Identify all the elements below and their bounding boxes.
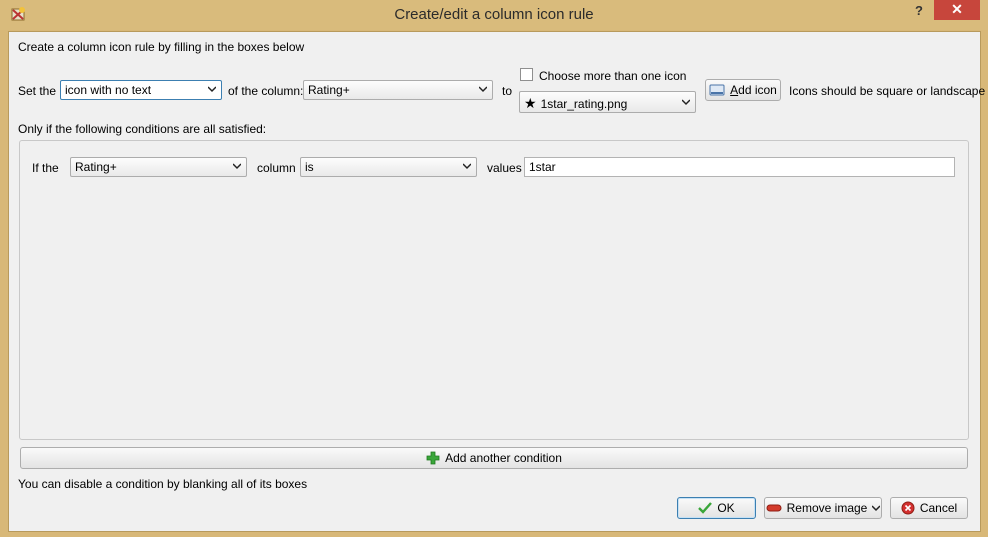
help-button[interactable]: ?	[905, 2, 933, 22]
icon-kind-value: icon with no text	[65, 83, 152, 97]
condition-operator-value: is	[305, 160, 314, 174]
chevron-down-icon	[682, 99, 690, 106]
of-column-label: of the column:	[228, 84, 304, 98]
condition-column-value: Rating+	[75, 160, 117, 174]
chevron-down-icon	[872, 505, 881, 512]
condition-values-input[interactable]: 1star	[524, 157, 955, 177]
chevron-down-icon	[208, 86, 216, 93]
icon-file-select[interactable]: ★ 1star_rating.png	[519, 91, 696, 113]
remove-image-button[interactable]: Remove image	[764, 497, 882, 519]
window-title: Create/edit a column icon rule	[394, 6, 594, 23]
close-button[interactable]: ✕	[934, 0, 980, 20]
condition-column-select[interactable]: Rating+	[70, 157, 247, 177]
star-icon: ★	[524, 95, 537, 111]
choose-more-label: Choose more than one icon	[539, 69, 687, 83]
icons-hint: Icons should be square or landscape	[789, 84, 986, 98]
set-the-label: Set the	[18, 84, 57, 98]
hard-drive-icon	[709, 84, 725, 96]
cancel-button[interactable]: Cancel	[890, 497, 968, 519]
chevron-down-icon	[233, 163, 241, 170]
ok-button[interactable]: OK	[677, 497, 756, 519]
to-label: to	[502, 84, 513, 98]
add-icon-label: Add icon	[730, 83, 777, 97]
column-label: column	[257, 161, 296, 175]
values-label: values	[487, 161, 522, 175]
column-select[interactable]: Rating+	[303, 80, 493, 100]
add-condition-button[interactable]: Add another condition	[20, 447, 968, 469]
condition-operator-select[interactable]: is	[300, 157, 477, 177]
dialog-body: Create a column icon rule by filling in …	[8, 31, 985, 532]
plus-icon	[426, 451, 440, 465]
add-condition-label: Add another condition	[445, 451, 562, 465]
conditions-label: Only if the following conditions are all…	[18, 122, 267, 136]
if-the-label: If the	[32, 161, 59, 175]
remove-icon	[766, 504, 782, 512]
add-icon-button[interactable]: Add icon	[705, 79, 781, 101]
disable-hint: You can disable a condition by blanking …	[18, 477, 308, 491]
cancel-label: Cancel	[919, 501, 958, 515]
intro-text: Create a column icon rule by filling in …	[18, 40, 305, 54]
icon-file-value: 1star_rating.png	[540, 97, 628, 111]
remove-image-label: Remove image	[786, 501, 868, 515]
title-bar: Create/edit a column icon rule ? ✕	[0, 0, 988, 30]
icon-kind-select[interactable]: icon with no text	[60, 80, 222, 100]
choose-more-checkbox[interactable]	[520, 68, 533, 81]
chevron-down-icon	[463, 163, 471, 170]
conditions-panel: If the Rating+ column is values 1star	[19, 140, 969, 440]
checkmark-icon	[698, 502, 713, 514]
cancel-icon	[901, 501, 915, 515]
ok-label: OK	[717, 501, 735, 515]
column-value: Rating+	[308, 83, 350, 97]
chevron-down-icon	[479, 86, 487, 93]
